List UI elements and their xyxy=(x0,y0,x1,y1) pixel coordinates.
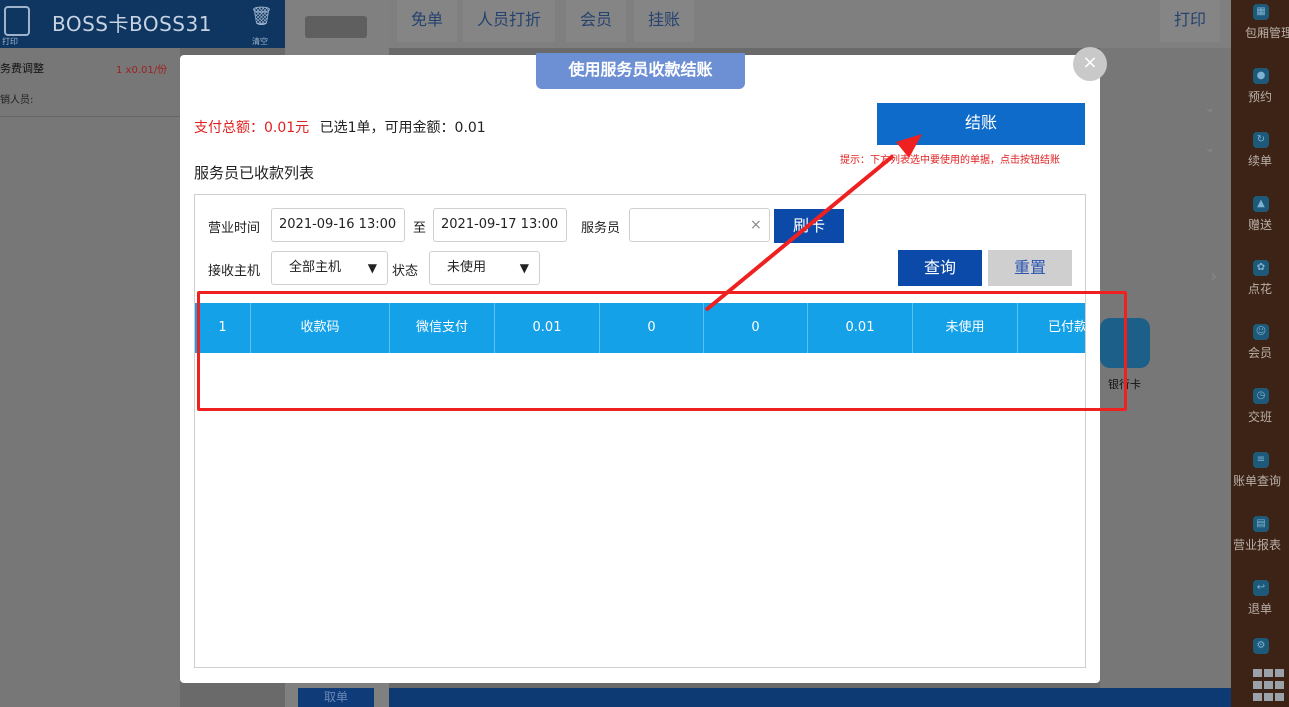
arrow-head xyxy=(896,134,922,158)
annotation-arrow xyxy=(704,134,922,312)
arrow-line xyxy=(704,154,895,312)
